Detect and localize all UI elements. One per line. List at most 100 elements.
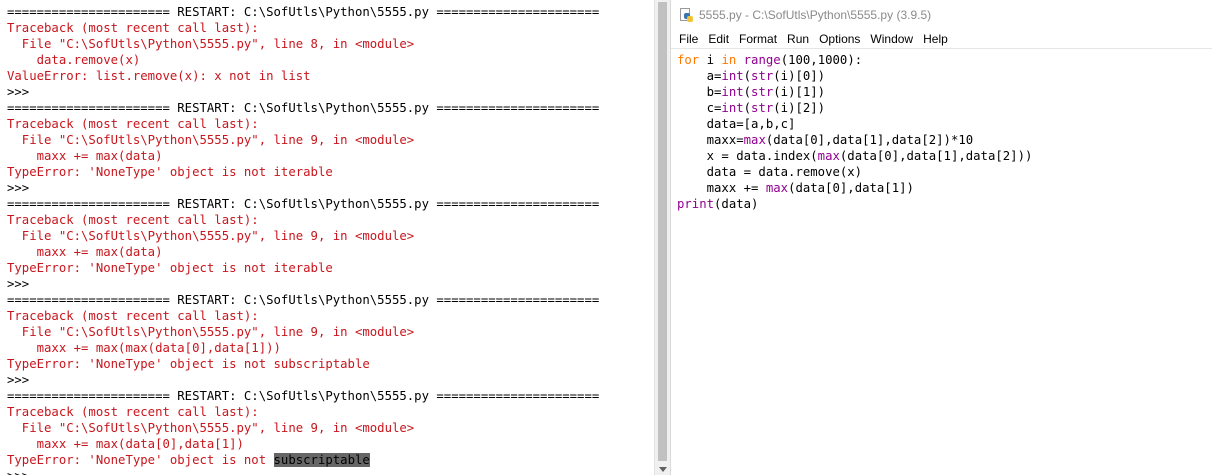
python-shell-window[interactable]: ====================== RESTART: C:\SofUt… (0, 0, 654, 475)
code-line: maxx += max(data[0],data[1]) (677, 180, 1032, 196)
shell-line-text: Traceback (most recent call last): (7, 309, 259, 323)
code-text: x = data.index( (677, 149, 818, 163)
code-line: a=int(str(i)[0]) (677, 68, 1032, 84)
code-keyword: in (721, 53, 737, 67)
shell-line-text: Traceback (most recent call last): (7, 213, 259, 227)
shell-line-text: maxx += max(data) (7, 245, 163, 259)
code-line: maxx=max(data[0],data[1],data[2])*10 (677, 132, 1032, 148)
editor-window: 5555.py - C:\SofUtls\Python\5555.py (3.9… (670, 0, 1212, 475)
shell-line-text: ====================== RESTART: C:\SofUt… (7, 101, 600, 115)
code-line: for i in range(100,1000): (677, 52, 1032, 68)
code-builtin: max (817, 149, 840, 163)
code-text: (data[0],data[1]) (788, 181, 914, 195)
code-text: (100,1000): (780, 53, 863, 67)
scrollbar-thumb[interactable] (658, 2, 667, 461)
editor-menu-bar: File Edit Format Run Options Window Help (671, 30, 1212, 49)
shell-output-line: maxx += max(max(data[0],data[1])) (7, 340, 599, 356)
shell-line-text: ValueError: list.remove(x): x not in lis… (7, 69, 311, 83)
scroll-down-arrow-icon[interactable] (659, 467, 667, 472)
menu-help[interactable]: Help (923, 32, 948, 46)
shell-prompt: >>> (7, 372, 599, 388)
code-builtin: max (765, 181, 789, 195)
code-line: c=int(str(i)[2]) (677, 100, 1032, 116)
code-keyword: for (677, 53, 700, 67)
shell-output-line: Traceback (most recent call last): (7, 116, 599, 132)
menu-file[interactable]: File (679, 32, 698, 46)
shell-prompt: >>> (7, 84, 599, 100)
code-builtin: int (721, 69, 744, 83)
code-text: b= (677, 85, 722, 99)
menu-format[interactable]: Format (739, 32, 777, 46)
shell-line-text: ====================== RESTART: C:\SofUt… (7, 389, 600, 403)
shell-prompt: >>> (7, 180, 599, 196)
shell-output-line: ====================== RESTART: C:\SofUt… (7, 196, 599, 212)
idle-python-file-icon (679, 8, 693, 22)
shell-output-line: File "C:\SofUtls\Python\5555.py", line 8… (7, 36, 599, 52)
code-text: (data) (714, 197, 759, 211)
shell-line-text: >>> (7, 469, 29, 475)
shell-output-line: TypeError: 'NoneType' object is not subs… (7, 452, 599, 468)
code-builtin: int (721, 101, 744, 115)
shell-line-text: >>> (7, 181, 30, 195)
shell-output: ====================== RESTART: C:\SofUt… (7, 4, 599, 475)
shell-line-text: File "C:\SofUtls\Python\5555.py", line 8… (7, 37, 415, 51)
shell-line-text: maxx += max(data) (7, 149, 163, 163)
shell-line-text: File "C:\SofUtls\Python\5555.py", line 9… (7, 325, 415, 339)
shell-line-text: ====================== RESTART: C:\SofUt… (7, 197, 600, 211)
code-text: data=[a,b,c] (677, 117, 796, 131)
menu-edit[interactable]: Edit (708, 32, 729, 46)
selected-text[interactable]: subscriptable (273, 453, 370, 467)
code-text: ( (743, 85, 752, 99)
shell-line-text: TypeError: 'NoneType' object is not iter… (7, 165, 333, 179)
menu-options[interactable]: Options (819, 32, 860, 46)
menu-run[interactable]: Run (787, 32, 809, 46)
code-builtin: range (743, 53, 781, 67)
shell-line-text: File "C:\SofUtls\Python\5555.py", line 9… (7, 229, 415, 243)
code-text: (data[0],data[1],data[2])) (839, 149, 1033, 163)
shell-line-text: Traceback (most recent call last): (7, 21, 259, 35)
code-text: ( (743, 101, 752, 115)
shell-output-line: ====================== RESTART: C:\SofUt… (7, 4, 599, 20)
shell-output-line: Traceback (most recent call last): (7, 212, 599, 228)
shell-output-line: File "C:\SofUtls\Python\5555.py", line 9… (7, 324, 599, 340)
code-text: (i)[2]) (773, 101, 826, 115)
code-builtin: print (677, 197, 715, 211)
shell-line-text: TypeError: 'NoneType' object is not iter… (7, 261, 333, 275)
shell-line-text: maxx += max(max(data[0],data[1])) (7, 341, 281, 355)
code-builtin: str (751, 101, 774, 115)
shell-line-text: Traceback (most recent call last): (7, 117, 259, 131)
code-area[interactable]: for i in range(100,1000): a=int(str(i)[0… (677, 52, 1032, 212)
shell-output-line: maxx += max(data) (7, 244, 599, 260)
code-text: maxx= (677, 133, 744, 147)
code-text: a= (677, 69, 722, 83)
code-text: (i)[1]) (773, 85, 826, 99)
code-line: print(data) (677, 196, 1032, 212)
code-text: (i)[0]) (773, 69, 826, 83)
code-builtin: max (743, 133, 766, 147)
shell-line-text: >>> (7, 277, 30, 291)
shell-output-line: ValueError: list.remove(x): x not in lis… (7, 68, 599, 84)
menu-window[interactable]: Window (870, 32, 913, 46)
editor-title: 5555.py - C:\SofUtls\Python\5555.py (3.9… (699, 8, 932, 22)
shell-line-text: >>> (7, 373, 30, 387)
shell-output-line: TypeError: 'NoneType' object is not iter… (7, 164, 599, 180)
shell-line-text: TypeError: 'NoneType' object is not subs… (7, 357, 370, 371)
shell-output-line: ====================== RESTART: C:\SofUt… (7, 100, 599, 116)
editor-title-bar: 5555.py - C:\SofUtls\Python\5555.py (3.9… (671, 0, 1212, 30)
code-text: ( (743, 69, 752, 83)
code-line: data=[a,b,c] (677, 116, 1032, 132)
shell-output-line: File "C:\SofUtls\Python\5555.py", line 9… (7, 420, 599, 436)
shell-output-line: TypeError: 'NoneType' object is not iter… (7, 260, 599, 276)
code-builtin: str (751, 69, 774, 83)
shell-vertical-scrollbar[interactable] (654, 0, 670, 475)
shell-output-line: ====================== RESTART: C:\SofUt… (7, 292, 599, 308)
code-line: data = data.remove(x) (677, 164, 1032, 180)
code-text: data = data.remove(x) (677, 165, 863, 179)
code-text: i (699, 53, 722, 67)
shell-line-text: File "C:\SofUtls\Python\5555.py", line 9… (7, 421, 415, 435)
shell-output-line: ====================== RESTART: C:\SofUt… (7, 388, 599, 404)
code-line: x = data.index(max(data[0],data[1],data[… (677, 148, 1033, 164)
shell-output-line: TypeError: 'NoneType' object is not subs… (7, 356, 599, 372)
shell-line-text: ====================== RESTART: C:\SofUt… (7, 5, 600, 19)
